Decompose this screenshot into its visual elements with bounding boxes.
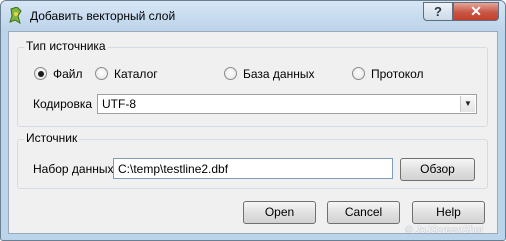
watermark: © JoJScreenShot [405, 225, 483, 236]
radio-file-indicator[interactable] [34, 67, 47, 80]
open-button[interactable]: Open [243, 201, 316, 224]
radio-database-label: База данных [243, 67, 315, 81]
help-button[interactable]: Help [412, 201, 485, 224]
source-title: Источник [24, 131, 80, 145]
cancel-button[interactable]: Cancel [327, 201, 400, 224]
title-close-button[interactable]: ✕ [453, 2, 499, 21]
radio-protocol-label: Протокол [371, 67, 424, 81]
radio-file-label: Файл [53, 67, 83, 81]
radio-protocol-indicator[interactable] [352, 67, 365, 80]
qgis-icon [9, 7, 22, 25]
encoding-value: UTF-8 [102, 97, 136, 111]
browse-button[interactable]: Обзор [400, 158, 475, 181]
dataset-input[interactable]: C:\temp\testline2.dbf [113, 158, 393, 179]
radio-database-indicator[interactable] [224, 67, 237, 80]
encoding-label: Кодировка [33, 97, 93, 111]
window-title: Добавить векторный слой [30, 9, 176, 23]
title-bar[interactable]: Добавить векторный слой ? ✕ [1, 1, 505, 31]
source-type-group: Тип источника [17, 39, 488, 127]
encoding-select[interactable]: UTF-8 ▼ [97, 94, 477, 114]
dialog-window: Добавить векторный слой ? ✕ Тип источник… [0, 0, 506, 241]
chevron-down-icon[interactable]: ▼ [460, 96, 475, 112]
dataset-value: C:\temp\testline2.dbf [118, 162, 229, 176]
radio-directory-label: Каталог [114, 67, 158, 81]
dialog-body: Тип источника Файл Каталог База данных П… [8, 31, 498, 234]
dataset-label: Набор данных [33, 162, 114, 176]
radio-directory-indicator[interactable] [95, 67, 108, 80]
source-type-title: Тип источника [24, 39, 108, 53]
title-help-button[interactable]: ? [423, 2, 453, 21]
